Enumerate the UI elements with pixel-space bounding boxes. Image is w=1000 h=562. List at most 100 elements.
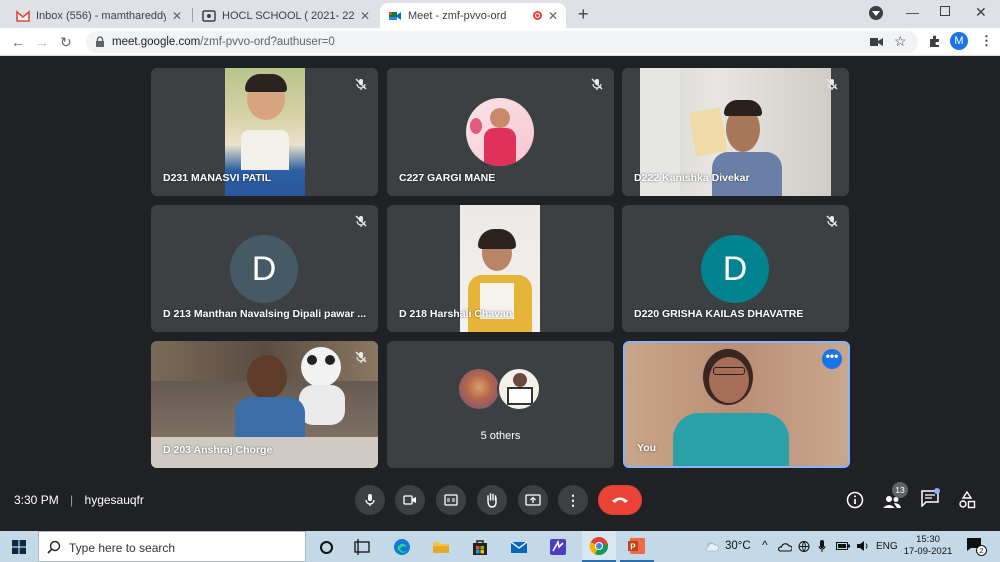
back-icon[interactable]: ← (11, 34, 25, 50)
participant-tile[interactable]: C227 GARGI MANE (387, 68, 614, 196)
info-icon[interactable] (846, 491, 864, 509)
onedrive-icon[interactable] (778, 541, 792, 552)
participant-photo (466, 98, 534, 166)
reload-icon[interactable]: ↻ (60, 34, 72, 51)
participant-name: C227 GARGI MANE (399, 172, 496, 184)
temperature[interactable]: 30°C (725, 540, 751, 552)
svg-text:P: P (630, 543, 636, 552)
participant-tile[interactable]: D D220 GRISHA KAILAS DHAVATRE (622, 205, 849, 332)
meeting-details: 3:30 PM | hygesauqfr (14, 493, 144, 507)
taskbar-search-box[interactable]: Type here to search (38, 531, 306, 562)
browser-menu-icon[interactable]: ⋮ (980, 33, 993, 49)
more-options-icon[interactable]: ••• (822, 349, 842, 369)
self-tile[interactable]: ••• You (623, 341, 850, 468)
camera-button[interactable] (395, 485, 425, 515)
onenote-like-icon[interactable] (548, 537, 568, 557)
mic-button[interactable] (355, 485, 385, 515)
task-view-icon[interactable] (352, 537, 372, 557)
participant-tile[interactable]: D D 213 Manthan Navalsing Dipali pawar .… (151, 205, 378, 332)
edge-icon[interactable] (392, 537, 412, 557)
browser-tab-strip: Inbox (556) - mamthareddy@me ✕ HOCL SCHO… (0, 0, 1000, 28)
weather-icon[interactable] (705, 540, 719, 552)
more-vert-icon: ⋮ (566, 491, 580, 508)
chevron-up-icon[interactable]: ^ (762, 538, 768, 552)
participant-tile[interactable]: D 218 Harshali Chavan (387, 205, 614, 332)
omnibox[interactable]: meet.google.com/zmf-pvvo-ord?authuser=0 … (86, 31, 918, 53)
gmail-icon (16, 9, 30, 22)
classroom-icon (202, 9, 216, 22)
more-options-button[interactable]: ⋮ (558, 485, 588, 515)
clock-date: 17-09-2021 (903, 546, 953, 557)
tab-gmail[interactable]: Inbox (556) - mamthareddy@me ✕ (8, 3, 190, 28)
participant-tile[interactable]: D222 Kanishka Divekar (622, 68, 849, 196)
lock-icon[interactable] (95, 36, 105, 48)
mic-off-icon (591, 78, 603, 90)
participant-name: D 203 Anshraj Chorge (163, 444, 273, 456)
close-icon[interactable]: ✕ (548, 9, 558, 23)
tab-meet[interactable]: Meet - zmf-pvvo-ord ✕ (380, 3, 566, 28)
people-button[interactable]: 13 (882, 482, 908, 511)
present-screen-button[interactable] (518, 485, 548, 515)
new-tab-icon[interactable]: + (578, 4, 589, 25)
bookmark-star-icon[interactable]: ☆ (894, 33, 907, 50)
participant-name: D220 GRISHA KAILAS DHAVATRE (634, 308, 804, 320)
url-text: meet.google.com/zmf-pvvo-ord?authuser=0 (112, 36, 335, 48)
meeting-code[interactable]: hygesauqfr (85, 493, 144, 507)
clock-time: 3:30 PM (14, 493, 59, 507)
store-icon[interactable] (470, 537, 490, 557)
camera-in-use-icon[interactable] (870, 37, 883, 47)
extensions-icon[interactable] (928, 35, 941, 48)
participant-count-badge: 13 (892, 482, 908, 498)
microphone-tray-icon[interactable] (818, 540, 826, 553)
others-tile[interactable]: 5 others (387, 341, 614, 468)
cortana-icon[interactable] (316, 537, 336, 557)
participant-name: D 213 Manthan Navalsing Dipali pawar ... (163, 308, 367, 320)
close-window-icon[interactable]: ✕ (975, 4, 987, 21)
participant-avatar: D (701, 235, 769, 303)
notification-count-badge: 2 (976, 545, 987, 556)
meet-control-bar: 3:30 PM | hygesauqfr ⋮ 13 (0, 477, 1000, 531)
windows-start-icon[interactable] (12, 540, 26, 554)
minimize-icon[interactable]: — (906, 5, 919, 20)
recording-icon (532, 11, 542, 20)
mic-off-icon (355, 78, 367, 90)
file-explorer-icon[interactable] (431, 537, 451, 557)
activities-icon[interactable] (958, 491, 976, 509)
participant-tile[interactable]: D231 MANASVI PATIL (151, 68, 378, 196)
meet-icon (389, 11, 401, 20)
mic-off-icon (826, 215, 838, 227)
powerpoint-icon: P (628, 538, 645, 554)
battery-icon[interactable] (836, 542, 850, 550)
network-globe-icon[interactable] (798, 540, 810, 553)
input-language[interactable]: ENG (876, 541, 898, 552)
tab-label: HOCL SCHOOL ( 2021- 22) CLASS (222, 9, 354, 22)
chat-notification-dot (934, 488, 940, 494)
search-icon (47, 540, 61, 554)
action-center-button[interactable]: 2 (966, 537, 988, 557)
tab-search-icon[interactable] (869, 6, 883, 20)
raise-hand-button[interactable] (477, 485, 507, 515)
tab-label: Inbox (556) - mamthareddy@me (36, 9, 166, 22)
participant-avatar (457, 367, 501, 411)
mic-off-icon (355, 215, 367, 227)
present-icon (525, 494, 541, 506)
taskbar-powerpoint-button[interactable]: P (620, 531, 654, 562)
participant-tile[interactable]: D 203 Anshraj Chorge (151, 341, 378, 468)
close-icon[interactable]: ✕ (360, 9, 370, 23)
mail-icon[interactable] (509, 537, 529, 557)
mic-off-icon (355, 351, 367, 363)
leave-call-button[interactable] (598, 485, 642, 515)
forward-icon[interactable]: → (35, 34, 49, 50)
taskbar-clock[interactable]: 15:30 17-09-2021 (900, 534, 956, 558)
taskbar-chrome-button[interactable] (582, 531, 616, 562)
profile-avatar[interactable]: M (950, 32, 968, 50)
tab-classroom[interactable]: HOCL SCHOOL ( 2021- 22) CLASS ✕ (194, 3, 378, 28)
captions-button[interactable] (436, 485, 466, 515)
chat-button[interactable] (921, 488, 943, 510)
restore-icon[interactable] (940, 6, 950, 16)
volume-icon[interactable] (856, 540, 870, 552)
close-icon[interactable]: ✕ (172, 9, 182, 23)
raise-hand-icon (487, 493, 497, 508)
url-host: meet.google.com (112, 36, 201, 48)
participant-name: D 218 Harshali Chavan (399, 308, 513, 320)
